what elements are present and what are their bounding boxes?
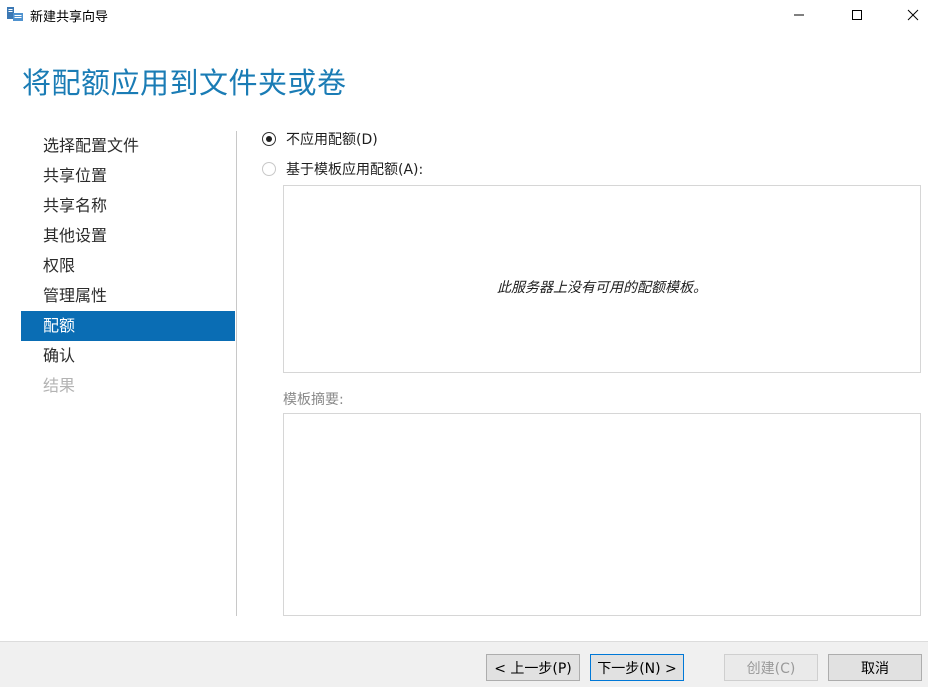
close-button[interactable]	[890, 0, 928, 30]
next-button[interactable]: 下一步(N) >	[590, 654, 684, 681]
step-quota[interactable]: 配额	[21, 311, 235, 341]
template-quota-option[interactable]: 基于模板应用配额(A):	[262, 159, 423, 179]
cancel-button[interactable]: 取消	[828, 654, 922, 681]
wizard-steps: 选择配置文件 共享位置 共享名称 其他设置 权限 管理属性 配额 确认 结果	[21, 131, 235, 401]
step-management-properties[interactable]: 管理属性	[21, 281, 235, 311]
previous-button[interactable]: < 上一步(P)	[486, 654, 580, 681]
step-share-name[interactable]: 共享名称	[21, 191, 235, 221]
title-bar: 新建共享向导	[0, 0, 928, 30]
template-list-empty-message: 此服务器上没有可用的配额模板。	[497, 280, 707, 296]
steps-divider	[236, 131, 237, 616]
step-share-location[interactable]: 共享位置	[21, 161, 235, 191]
share-wizard-icon	[6, 6, 24, 22]
minimize-icon	[793, 9, 805, 21]
template-quota-radio[interactable]	[262, 162, 276, 176]
window-title: 新建共享向导	[30, 10, 109, 25]
no-quota-option[interactable]: 不应用配额(D)	[262, 129, 378, 149]
step-confirmation[interactable]: 确认	[21, 341, 235, 371]
create-button: 创建(C)	[724, 654, 818, 681]
quota-template-list[interactable]: 此服务器上没有可用的配额模板。	[283, 185, 921, 373]
maximize-button[interactable]	[834, 0, 880, 30]
no-quota-radio[interactable]	[262, 132, 276, 146]
template-quota-label: 基于模板应用配额(A):	[286, 162, 424, 178]
template-summary-box	[283, 413, 921, 616]
close-icon	[907, 9, 919, 21]
step-permissions[interactable]: 权限	[21, 251, 235, 281]
footer-bar: < 上一步(P) 下一步(N) > 创建(C) 取消	[0, 641, 928, 687]
maximize-icon	[851, 9, 863, 21]
no-quota-label: 不应用配额(D)	[286, 132, 378, 148]
page-title: 将配额应用到文件夹或卷	[22, 66, 347, 100]
step-other-settings[interactable]: 其他设置	[21, 221, 235, 251]
minimize-button[interactable]	[776, 0, 822, 30]
step-results: 结果	[43, 376, 76, 395]
template-summary-label: 模板摘要:	[283, 392, 344, 408]
step-select-profile[interactable]: 选择配置文件	[21, 131, 235, 161]
